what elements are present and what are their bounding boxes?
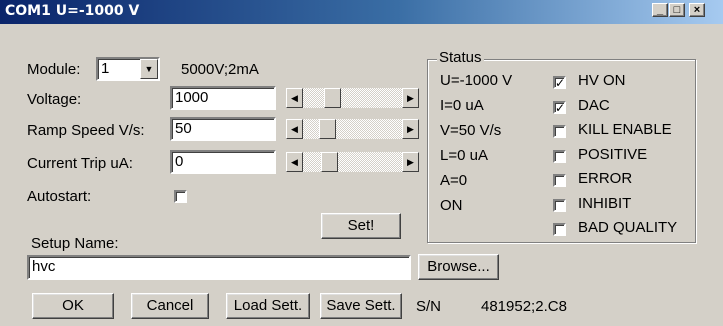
slider-track[interactable]	[303, 88, 402, 108]
status-flag-label: HV ON	[578, 72, 626, 89]
status-flag-label: ERROR	[578, 170, 633, 187]
voltage-input[interactable]: 1000	[170, 86, 276, 110]
voltage-label: Voltage:	[27, 91, 82, 108]
status-flag-checkbox: ✓	[553, 76, 566, 90]
close-button[interactable]: ×	[689, 3, 705, 17]
voltage-slider[interactable]: ◀ ▶	[286, 88, 419, 108]
status-flag-label: KILL ENABLE	[578, 121, 672, 138]
status-flag-checkbox	[553, 223, 566, 236]
ramp-slider[interactable]: ◀ ▶	[286, 119, 419, 139]
ok-button[interactable]: OK	[32, 293, 114, 319]
status-flag-checkbox	[553, 149, 566, 163]
trip-input[interactable]: 0	[170, 150, 276, 174]
ramp-label: Ramp Speed V/s:	[27, 122, 145, 139]
slider-thumb[interactable]	[319, 119, 336, 139]
module-label: Module:	[27, 61, 81, 78]
title-bar[interactable]: COM1 U=-1000 V _ □ ×	[0, 0, 723, 24]
status-flag-checkbox	[553, 174, 566, 187]
arrow-right-icon[interactable]: ▶	[402, 88, 419, 108]
trip-slider[interactable]: ◀ ▶	[286, 152, 419, 172]
serial-value: 481952;2.C8	[481, 298, 567, 315]
setup-name-input[interactable]: hvc	[27, 255, 411, 280]
maximize-icon: □	[673, 4, 681, 16]
slider-thumb[interactable]	[324, 88, 341, 108]
status-flag-checkbox	[553, 198, 566, 212]
serial-label: S/N	[416, 298, 442, 315]
status-title: Status	[437, 49, 484, 66]
arrow-left-icon[interactable]: ◀	[286, 88, 303, 108]
module-select[interactable]: 1 ▼	[96, 57, 160, 81]
browse-button[interactable]: Browse...	[418, 254, 499, 280]
close-icon: ×	[693, 4, 701, 16]
chevron-down-icon[interactable]: ▼	[140, 59, 158, 79]
slider-thumb[interactable]	[321, 152, 338, 172]
minimize-icon: _	[656, 4, 664, 16]
slider-track[interactable]	[303, 152, 402, 172]
load-settings-button[interactable]: Load Sett.	[226, 293, 310, 319]
arrow-right-icon[interactable]: ▶	[402, 152, 419, 172]
arrow-left-icon[interactable]: ◀	[286, 152, 303, 172]
maximize-button[interactable]: □	[669, 3, 685, 17]
autostart-checkbox[interactable]	[174, 190, 187, 203]
setup-name-label: Setup Name:	[31, 235, 119, 252]
module-value: 1	[101, 60, 110, 77]
arrow-left-icon[interactable]: ◀	[286, 119, 303, 139]
trip-value: 0	[175, 153, 184, 170]
ramp-value: 50	[175, 120, 192, 137]
status-value: L=0 uA	[440, 147, 488, 164]
window-title: COM1 U=-1000 V	[5, 3, 140, 19]
status-value: I=0 uA	[440, 97, 484, 114]
status-value: U=-1000 V	[440, 72, 513, 89]
arrow-right-icon[interactable]: ▶	[402, 119, 419, 139]
status-flag-checkbox: ✓	[553, 100, 566, 115]
ramp-input[interactable]: 50	[170, 117, 276, 141]
status-flag-label: INHIBIT	[578, 194, 632, 212]
status-flag-label: DAC	[578, 96, 610, 114]
status-value: ON	[440, 197, 463, 214]
minimize-button[interactable]: _	[652, 3, 668, 17]
save-settings-button[interactable]: Save Sett.	[320, 293, 402, 319]
autostart-label: Autostart:	[27, 188, 92, 205]
status-flag-label: BAD QUALITY	[578, 219, 678, 236]
status-flag-label: POSITIVE	[578, 145, 648, 163]
status-value: A=0	[440, 172, 468, 189]
status-value: V=50 V/s	[440, 122, 502, 139]
set-button[interactable]: Set!	[321, 213, 401, 239]
status-flag-checkbox	[553, 125, 566, 138]
slider-track[interactable]	[303, 119, 402, 139]
voltage-value: 1000	[175, 89, 209, 106]
module-spec: 5000V;2mA	[181, 61, 259, 78]
cancel-button[interactable]: Cancel	[131, 293, 209, 319]
setup-name-value: hvc	[32, 258, 56, 275]
trip-label: Current Trip uA:	[27, 155, 133, 172]
